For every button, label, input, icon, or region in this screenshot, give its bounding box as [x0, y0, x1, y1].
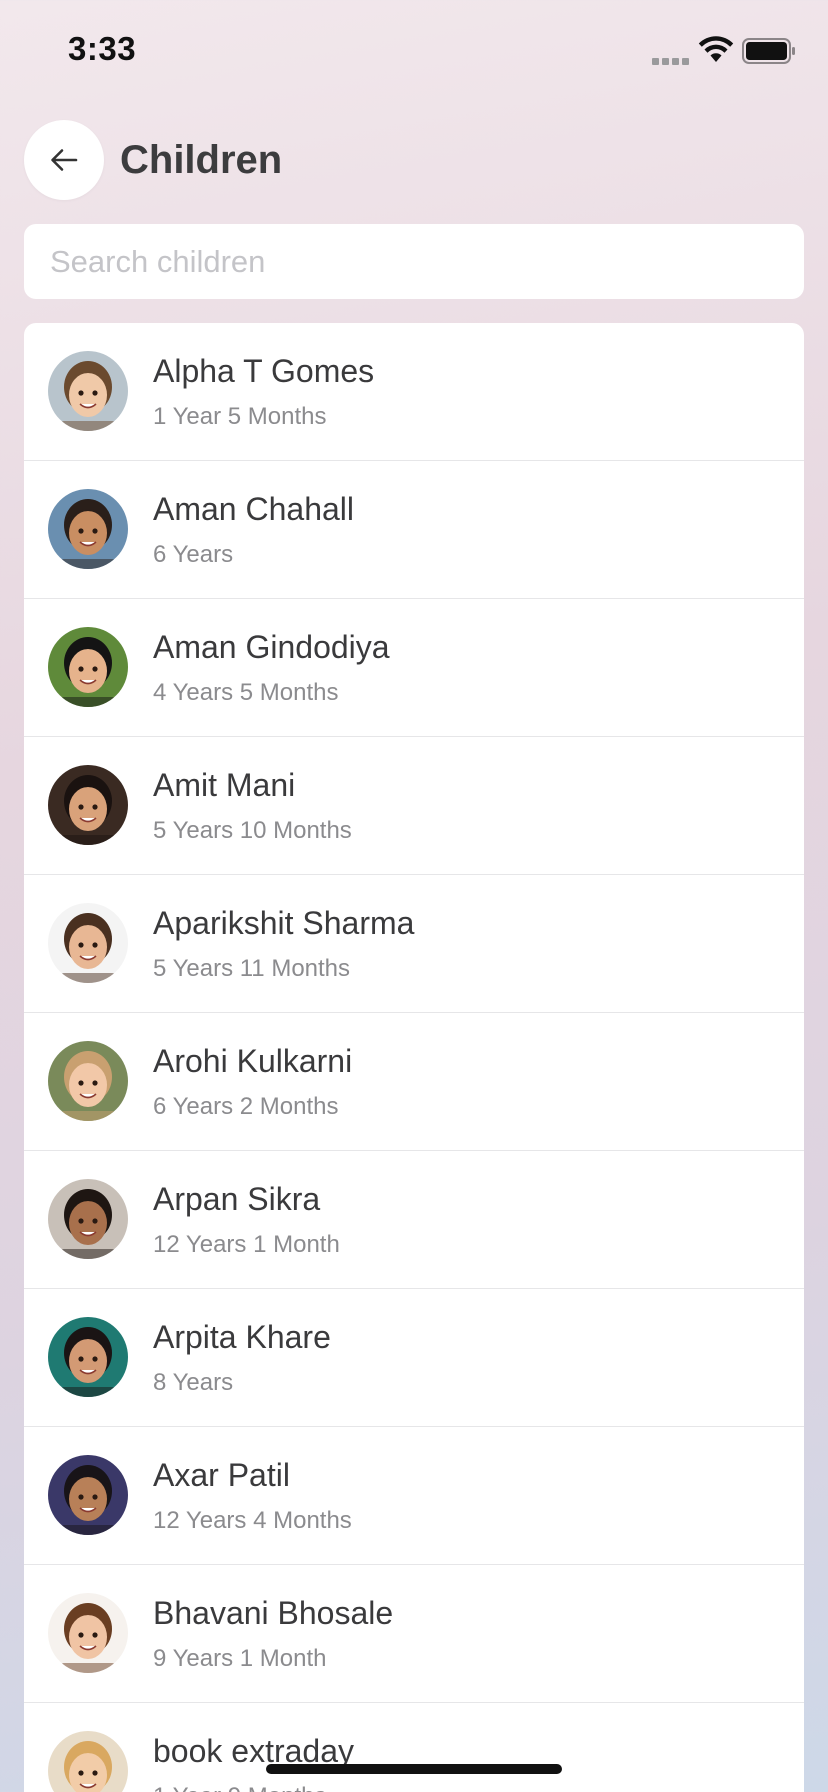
child-name: Bhavani Bhosale — [153, 1595, 394, 1631]
page-title: Children — [120, 138, 283, 182]
back-button[interactable] — [24, 120, 104, 200]
child-name: Arohi Kulkarni — [153, 1043, 353, 1079]
child-avatar — [48, 1041, 128, 1121]
child-age: 1 Year 5 Months — [153, 403, 327, 430]
status-bar: 3:33 — [0, 0, 828, 100]
child-age: 12 Years 1 Month — [153, 1231, 340, 1258]
arrow-left-icon — [51, 149, 78, 171]
child-avatar — [48, 1593, 128, 1673]
child-age: 5 Years 10 Months — [153, 817, 352, 844]
child-avatar — [48, 351, 128, 431]
child-name: Alpha T Gomes — [153, 353, 375, 389]
child-age: 5 Years 11 Months — [153, 955, 351, 982]
child-avatar — [48, 627, 128, 707]
child-age: 1 Year 9 Months — [153, 1783, 326, 1792]
child-avatar — [48, 489, 128, 569]
child-list-item[interactable]: Arpan Sikra 12 Years 1 Month — [24, 1151, 804, 1289]
wifi-icon — [698, 36, 734, 62]
child-list-item[interactable]: book extraday1 Year 9 Months — [24, 1703, 804, 1792]
children-list: Alpha T Gomes 1 Year 5 Months Aman Chahall… — [24, 323, 804, 1792]
child-list-item[interactable]: Arpita Khare 8 Years — [24, 1289, 804, 1427]
search-input[interactable] — [24, 224, 804, 299]
child-age: 9 Years 1 Month — [153, 1645, 327, 1672]
child-age: 6 Years — [153, 541, 234, 568]
child-avatar — [48, 1179, 128, 1259]
child-age: 6 Years 2 Months — [153, 1093, 339, 1120]
child-list-item[interactable]: Alpha T Gomes 1 Year 5 Months — [24, 323, 804, 461]
child-age: 4 Years 5 Months — [153, 679, 339, 706]
status-time: 3:33 — [68, 30, 137, 67]
child-name: Amit Mani — [153, 767, 296, 803]
child-avatar — [48, 1731, 128, 1792]
child-list-item[interactable]: Axar Patil 12 Years 4 Months — [24, 1427, 804, 1565]
child-avatar — [48, 765, 128, 845]
child-list-item[interactable]: Aparikshit Sharma 5 Years 11 Months — [24, 875, 804, 1013]
child-age: 8 Years — [153, 1369, 234, 1396]
child-name: Aparikshit Sharma — [153, 905, 415, 941]
cellular-signal-icon — [652, 52, 692, 65]
child-name: Arpan Sikra — [153, 1181, 321, 1217]
child-list-item[interactable]: Amit Mani 5 Years 10 Months — [24, 737, 804, 875]
child-name: Aman Chahall — [153, 491, 354, 527]
child-name: Arpita Khare — [153, 1319, 331, 1355]
child-list-item[interactable]: Arohi Kulkarni 6 Years 2 Months — [24, 1013, 804, 1151]
child-list-item[interactable]: Aman Chahall 6 Years — [24, 461, 804, 599]
child-list-item[interactable]: Bhavani Bhosale 9 Years 1 Month — [24, 1565, 804, 1703]
child-name: Aman Gindodiya — [153, 629, 390, 665]
battery-icon — [742, 38, 795, 64]
child-age: 12 Years 4 Months — [153, 1507, 352, 1534]
child-avatar — [48, 1455, 128, 1535]
header: Children — [24, 120, 804, 200]
home-indicator — [266, 1764, 562, 1774]
child-avatar — [48, 1317, 128, 1397]
child-list-item[interactable]: Aman Gindodiya 4 Years 5 Months — [24, 599, 804, 737]
child-name: Axar Patil — [153, 1457, 290, 1493]
child-avatar — [48, 903, 128, 983]
